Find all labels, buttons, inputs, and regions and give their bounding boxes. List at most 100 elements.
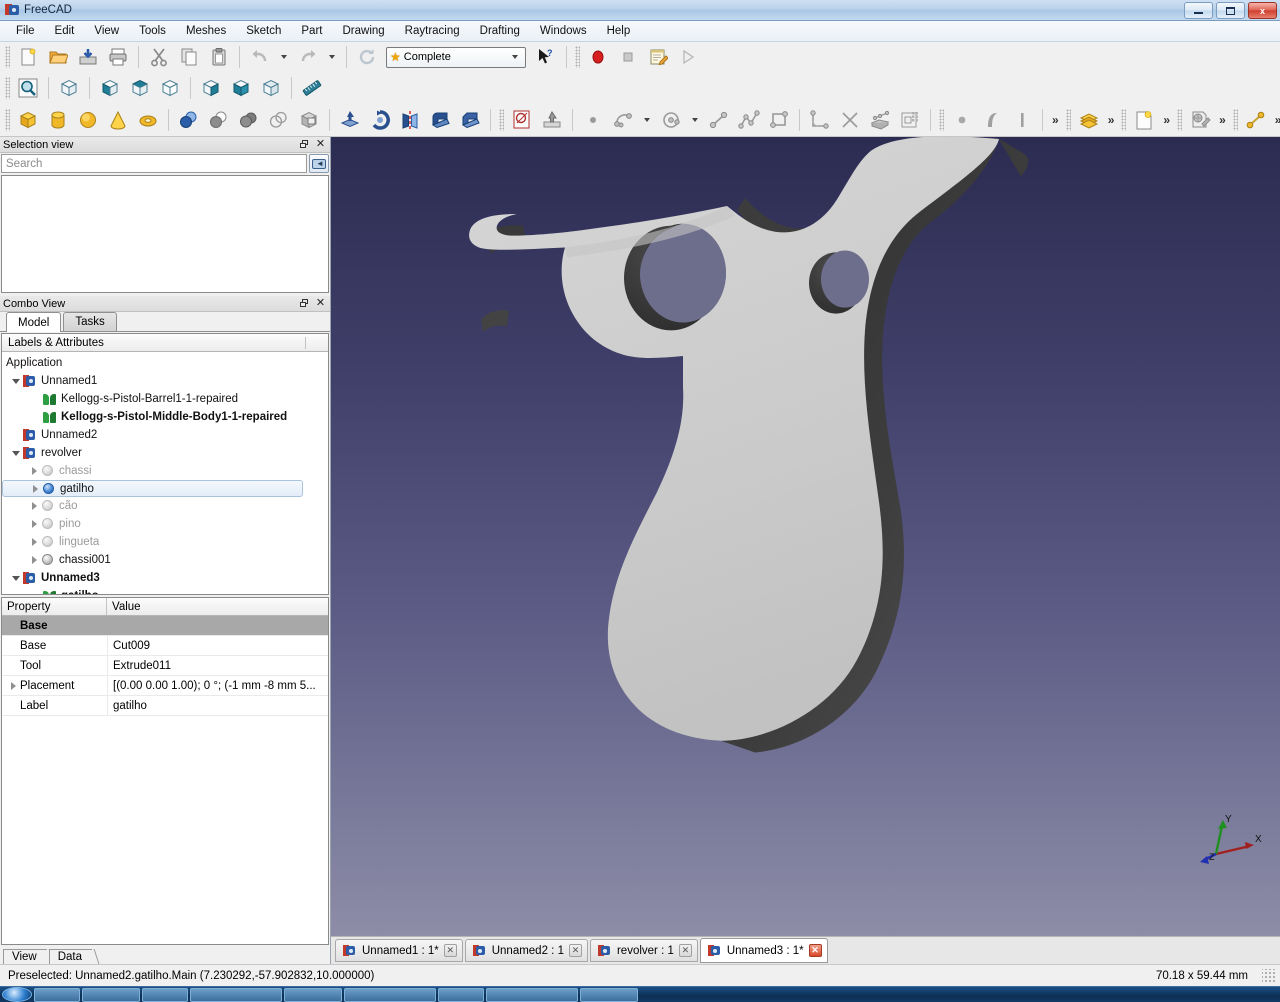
property-group-base[interactable]: Base xyxy=(2,616,328,636)
toolbar-grip[interactable] xyxy=(1177,109,1183,131)
property-value[interactable]: Extrude011 xyxy=(107,656,328,675)
common-button[interactable] xyxy=(235,107,263,133)
property-row-tool[interactable]: Tool Extrude011 xyxy=(2,656,328,676)
property-value[interactable]: gatilho xyxy=(107,696,328,715)
tab-data[interactable]: Data xyxy=(48,949,93,964)
toolbar-overflow-2[interactable]: » xyxy=(1104,113,1119,127)
leave-sketch-button[interactable] xyxy=(538,107,566,133)
fit-all-button[interactable] xyxy=(14,75,42,101)
document-tab-unnamed1[interactable]: Unnamed1 : 1* ✕ xyxy=(335,939,463,962)
union-button[interactable] xyxy=(205,107,233,133)
top-view-button[interactable] xyxy=(126,75,154,101)
open-document-button[interactable] xyxy=(44,44,72,70)
rear-view-button[interactable] xyxy=(197,75,225,101)
close-icon[interactable]: ✕ xyxy=(314,297,327,310)
sketch-circle-button[interactable] xyxy=(657,107,685,133)
property-row-label[interactable]: Label gatilho xyxy=(2,696,328,716)
save-document-button[interactable] xyxy=(74,44,102,70)
sketch-circle-dropdown-button[interactable] xyxy=(687,107,703,133)
new-document-button[interactable] xyxy=(14,44,42,70)
macro-stop-button[interactable] xyxy=(614,44,642,70)
right-view-button[interactable] xyxy=(156,75,184,101)
selection-view-list[interactable] xyxy=(1,175,329,293)
copy-button[interactable] xyxy=(175,44,203,70)
toolbar-grip[interactable] xyxy=(5,46,10,68)
expand-arrow-icon[interactable] xyxy=(29,484,41,493)
toolbar-grip[interactable] xyxy=(1065,109,1071,131)
menu-help[interactable]: Help xyxy=(597,22,641,40)
float-window-icon[interactable] xyxy=(298,138,311,151)
sketch-line-button[interactable] xyxy=(705,107,733,133)
mirror-button[interactable] xyxy=(396,107,424,133)
float-window-icon[interactable] xyxy=(298,297,311,310)
macro-execute-button[interactable] xyxy=(674,44,702,70)
toolbar-overflow-5[interactable]: » xyxy=(1271,113,1280,127)
close-button[interactable]: x xyxy=(1248,2,1277,19)
drafting-line-button[interactable] xyxy=(1242,107,1270,133)
draft-bspline-button[interactable] xyxy=(978,107,1006,133)
expand-arrow-icon[interactable] xyxy=(10,450,22,456)
toolbar-overflow-3[interactable]: » xyxy=(1159,113,1174,127)
refresh-button[interactable] xyxy=(353,44,381,70)
axonometric-view-button[interactable] xyxy=(55,75,83,101)
raytracing-button[interactable] xyxy=(1186,107,1214,133)
tree-item-gatilho-mesh[interactable]: gatilho xyxy=(2,587,328,594)
part-box-button[interactable] xyxy=(14,107,42,133)
revolve-button[interactable] xyxy=(366,107,394,133)
part-torus-button[interactable] xyxy=(134,107,162,133)
taskbar-item[interactable] xyxy=(580,987,638,1002)
search-input[interactable]: Search xyxy=(1,154,307,173)
tree-item-unnamed2[interactable]: Unnamed2 xyxy=(2,426,328,444)
undo-dropdown-button[interactable] xyxy=(276,44,292,70)
cut-shape-button[interactable] xyxy=(265,107,293,133)
expand-arrow-icon[interactable] xyxy=(28,467,40,475)
trim-button[interactable] xyxy=(836,107,864,133)
tree-item-middle-body-mesh[interactable]: Kellogg-s-Pistol-Middle-Body1-1-repaired xyxy=(2,408,328,426)
tree-item-application[interactable]: Application xyxy=(2,354,328,372)
expand-arrow-icon[interactable] xyxy=(10,378,22,384)
toolbar-grip[interactable] xyxy=(575,46,580,68)
sketch-arc-button[interactable] xyxy=(609,107,637,133)
part-sphere-button[interactable] xyxy=(74,107,102,133)
sketch-array-button[interactable] xyxy=(896,107,924,133)
undo-button[interactable] xyxy=(246,44,274,70)
sketch-rectangle-button[interactable] xyxy=(765,107,793,133)
extrude-button[interactable] xyxy=(336,107,364,133)
part-cone-button[interactable] xyxy=(104,107,132,133)
fillet-button[interactable] xyxy=(426,107,454,133)
menu-part[interactable]: Part xyxy=(291,22,332,40)
toolbar-grip[interactable] xyxy=(1121,109,1127,131)
cut-button[interactable] xyxy=(145,44,173,70)
redo-dropdown-button[interactable] xyxy=(324,44,340,70)
toolbar-grip[interactable] xyxy=(5,77,10,99)
constrain-button[interactable] xyxy=(806,107,834,133)
menu-edit[interactable]: Edit xyxy=(45,22,85,40)
draft-line-button[interactable] xyxy=(1008,107,1036,133)
tree-item-gatilho-selected[interactable]: gatilho xyxy=(2,480,303,497)
expand-arrow-icon[interactable] xyxy=(28,520,40,528)
tab-tasks[interactable]: Tasks xyxy=(63,312,117,331)
toolbar-overflow-1[interactable]: » xyxy=(1048,113,1063,127)
draft-point-button[interactable] xyxy=(948,107,976,133)
property-row-base[interactable]: Base Cut009 xyxy=(2,636,328,656)
toolbar-overflow-4[interactable]: » xyxy=(1215,113,1230,127)
tree-item-cao[interactable]: cão xyxy=(2,497,328,515)
menu-meshes[interactable]: Meshes xyxy=(176,22,236,40)
resize-grip[interactable] xyxy=(1262,968,1276,983)
taskbar-item[interactable] xyxy=(82,987,140,1002)
tree-item-pino[interactable]: pino xyxy=(2,515,328,533)
chamfer-button[interactable] xyxy=(456,107,484,133)
maximize-button[interactable] xyxy=(1216,2,1245,19)
backspace-clear-icon[interactable]: ◄ xyxy=(309,154,329,173)
paste-button[interactable] xyxy=(205,44,233,70)
close-icon[interactable]: ✕ xyxy=(568,944,582,957)
redo-button[interactable] xyxy=(294,44,322,70)
menu-view[interactable]: View xyxy=(84,22,129,40)
menu-drawing[interactable]: Drawing xyxy=(332,22,394,40)
macro-record-button[interactable] xyxy=(584,44,612,70)
mesh-workbench-button[interactable] xyxy=(1075,107,1103,133)
taskbar-item[interactable] xyxy=(190,987,282,1002)
taskbar-item[interactable] xyxy=(486,987,578,1002)
minimize-button[interactable] xyxy=(1184,2,1213,19)
menu-raytracing[interactable]: Raytracing xyxy=(395,22,470,40)
